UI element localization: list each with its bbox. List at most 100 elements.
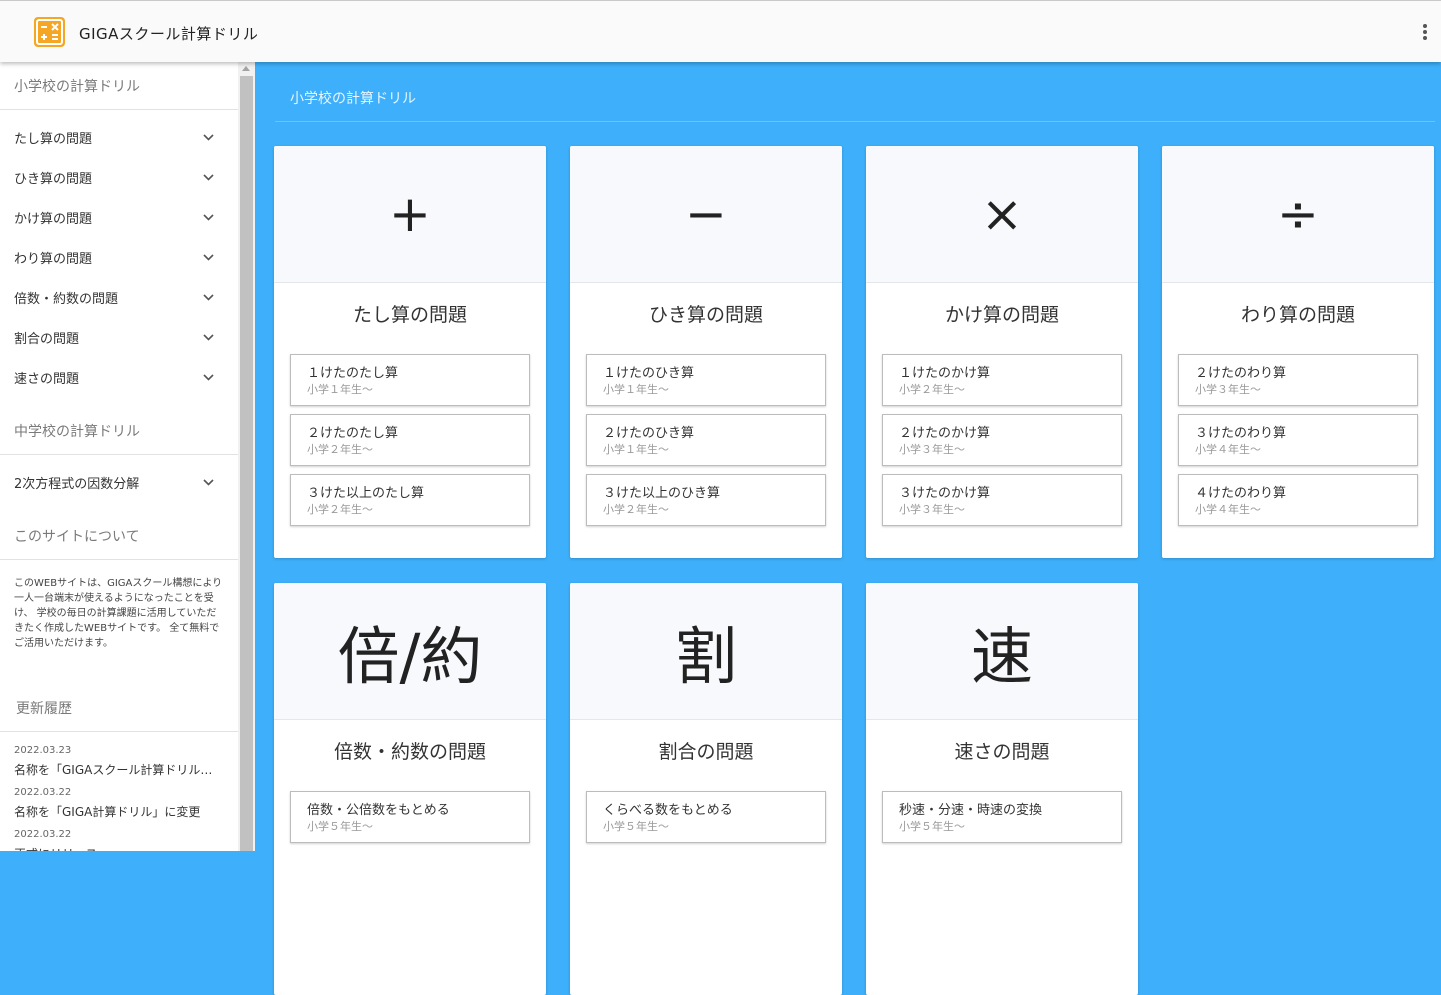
category-card: + たし算の問題 １けたのたし算 小学１年生～ ２けたのたし算 小学２年生～ ３けた以上のた… (274, 146, 546, 558)
drill-grade: 小学３年生～ (899, 443, 965, 456)
drill-grade: 小学２年生～ (307, 443, 373, 456)
card-title: わり算の問題 (1240, 304, 1355, 326)
drill-grade: 小学１年生～ (603, 383, 669, 396)
drill-link[interactable]: ２けたのひき算 小学１年生～ (586, 414, 826, 466)
drill-grade: 小学５年生～ (603, 820, 669, 833)
sidebar-nav-item[interactable]: 速さの問題 (0, 357, 238, 397)
drill-label: ３けたのわり算 (1195, 426, 1287, 441)
drill-link[interactable]: ３けた以上のたし算 小学２年生～ (290, 474, 530, 526)
drill-grade: 小学３年生～ (899, 503, 965, 516)
drill-link[interactable]: ２けたのわり算 小学３年生～ (1178, 354, 1418, 406)
drill-grade: 小学１年生～ (307, 383, 373, 396)
drill-grade: 小学３年生～ (1195, 383, 1261, 396)
drill-label: ２けたのひき算 (603, 426, 695, 441)
divider (0, 454, 238, 455)
sidebar-item-label: たし算の問題 (14, 131, 93, 147)
drill-link[interactable]: 秒速・分速・時速の変換 小学５年生～ (882, 791, 1122, 843)
drill-label: ４けたのわり算 (1195, 486, 1287, 501)
drill-link[interactable]: ４けたのわり算 小学４年生～ (1178, 474, 1418, 526)
sidebar-nav-item[interactable]: 2次方程式の因数分解 (0, 462, 238, 502)
card-symbol: − (570, 146, 842, 283)
drill-link[interactable]: ３けたのわり算 小学４年生～ (1178, 414, 1418, 466)
drill-grade: 小学２年生～ (307, 503, 373, 516)
history-text: 正式にリリース (14, 845, 219, 851)
card-title: 倍数・約数の問題 (333, 741, 486, 763)
junior-header: 中学校の計算ドリル (14, 424, 140, 440)
chevron-down-icon[interactable] (202, 371, 215, 384)
sidebar-nav-item[interactable]: 割合の問題 (0, 317, 238, 357)
drill-label: １けたのかけ算 (899, 366, 991, 381)
chevron-down-icon[interactable] (202, 251, 215, 264)
card-title: たし算の問題 (352, 304, 467, 326)
category-card: − ひき算の問題 １けたのひき算 小学１年生～ ２けたのひき算 小学１年生～ ３けた以上のひ… (570, 146, 842, 558)
drill-link[interactable]: ３けたのかけ算 小学３年生～ (882, 474, 1122, 526)
chevron-down-icon[interactable] (202, 211, 215, 224)
history-date: 2022.03.23 (14, 745, 72, 756)
sidebar-item-label: 2次方程式の因数分解 (14, 476, 140, 492)
divider (275, 121, 1435, 122)
chevron-down-icon[interactable] (202, 131, 215, 144)
drill-label: 秒速・分速・時速の変換 (899, 803, 1043, 818)
divider (0, 559, 238, 560)
drill-grade: 小学１年生～ (603, 443, 669, 456)
category-card: 速速さの問題 秒速・分速・時速の変換 小学５年生～ (866, 583, 1138, 995)
sidebar-scrollbar[interactable] (238, 62, 255, 851)
about-header: このサイトについて (14, 529, 140, 545)
drill-label: ２けたのわり算 (1195, 366, 1287, 381)
calculator-icon[interactable] (34, 17, 65, 47)
sidebar-item-label: かけ算の問題 (14, 211, 93, 227)
drill-label: くらべる数をもとめる (603, 803, 733, 818)
sidebar-item-label: わり算の問題 (14, 251, 93, 267)
drill-link[interactable]: １けたのたし算 小学１年生～ (290, 354, 530, 406)
category-card: ÷ わり算の問題 ２けたのわり算 小学３年生～ ３けたのわり算 小学４年生～ ４けたのわり算… (1162, 146, 1434, 558)
sidebar-item-label: 速さの問題 (14, 371, 80, 387)
main-title: 小学校の計算ドリル (290, 91, 416, 107)
history-date: 2022.03.22 (14, 829, 72, 840)
drill-link[interactable]: １けたのひき算 小学１年生～ (586, 354, 826, 406)
sidebar-item-label: ひき算の問題 (14, 171, 93, 187)
chevron-down-icon[interactable] (202, 291, 215, 304)
sidebar-nav-item[interactable]: ひき算の問題 (0, 157, 238, 197)
about-text: このWEBサイトは、GIGAスクール構想により一人一台端末が使えるようになったこ… (14, 578, 223, 649)
card-symbol: 割 (570, 583, 842, 720)
card-symbol: 速 (866, 583, 1138, 720)
chevron-down-icon[interactable] (202, 476, 215, 489)
drill-link[interactable]: １けたのかけ算 小学２年生～ (882, 354, 1122, 406)
drill-link[interactable]: ３けた以上のひき算 小学２年生～ (586, 474, 826, 526)
drill-grade: 小学４年生～ (1195, 503, 1261, 516)
drill-label: ３けたのかけ算 (899, 486, 991, 501)
elementary-header: 小学校の計算ドリル (14, 79, 140, 95)
sidebar-nav-item[interactable]: わり算の問題 (0, 237, 238, 277)
drill-label: ２けたのかけ算 (899, 426, 991, 441)
more-vert-icon[interactable] (1418, 22, 1432, 42)
card-symbol: 倍/約 (274, 583, 546, 720)
history-date: 2022.03.22 (14, 787, 72, 798)
drill-label: １けたのたし算 (307, 366, 399, 381)
chevron-down-icon[interactable] (202, 171, 215, 184)
card-title: かけ算の問題 (944, 304, 1059, 326)
scroll-up-icon[interactable] (242, 66, 250, 71)
sidebar-item-label: 倍数・約数の問題 (14, 291, 119, 307)
history-header: 更新履歴 (16, 701, 72, 717)
drill-grade: 小学５年生～ (307, 820, 373, 833)
drill-label: ３けた以上のたし算 (307, 486, 425, 501)
drill-link[interactable]: 倍数・公倍数をもとめる 小学５年生～ (290, 791, 530, 843)
scrollbar-thumb[interactable] (240, 76, 253, 851)
card-symbol: × (866, 146, 1138, 283)
drill-link[interactable]: ２けたのたし算 小学２年生～ (290, 414, 530, 466)
drill-label: ２けたのたし算 (307, 426, 399, 441)
sidebar-nav-item[interactable]: たし算の問題 (0, 117, 238, 157)
drill-grade: 小学５年生～ (899, 820, 965, 833)
drill-link[interactable]: くらべる数をもとめる 小学５年生～ (586, 791, 826, 843)
drill-grade: 小学４年生～ (1195, 443, 1261, 456)
sidebar: 小学校の計算ドリル たし算の問題 ひき算の問題 かけ算の問題 わり算の問題倍数・約数の… (0, 62, 238, 851)
drill-link[interactable]: ２けたのかけ算 小学３年生～ (882, 414, 1122, 466)
chevron-down-icon[interactable] (202, 331, 215, 344)
sidebar-nav-item[interactable]: かけ算の問題 (0, 197, 238, 237)
sidebar-item-label: 割合の問題 (14, 331, 80, 347)
history-text: 名称を「GIGA計算ドリル」に変更 (14, 805, 201, 819)
app-title: GIGAスクール計算ドリル (79, 25, 259, 43)
drill-grade: 小学２年生～ (603, 503, 669, 516)
divider (0, 109, 238, 110)
sidebar-nav-item[interactable]: 倍数・約数の問題 (0, 277, 238, 317)
